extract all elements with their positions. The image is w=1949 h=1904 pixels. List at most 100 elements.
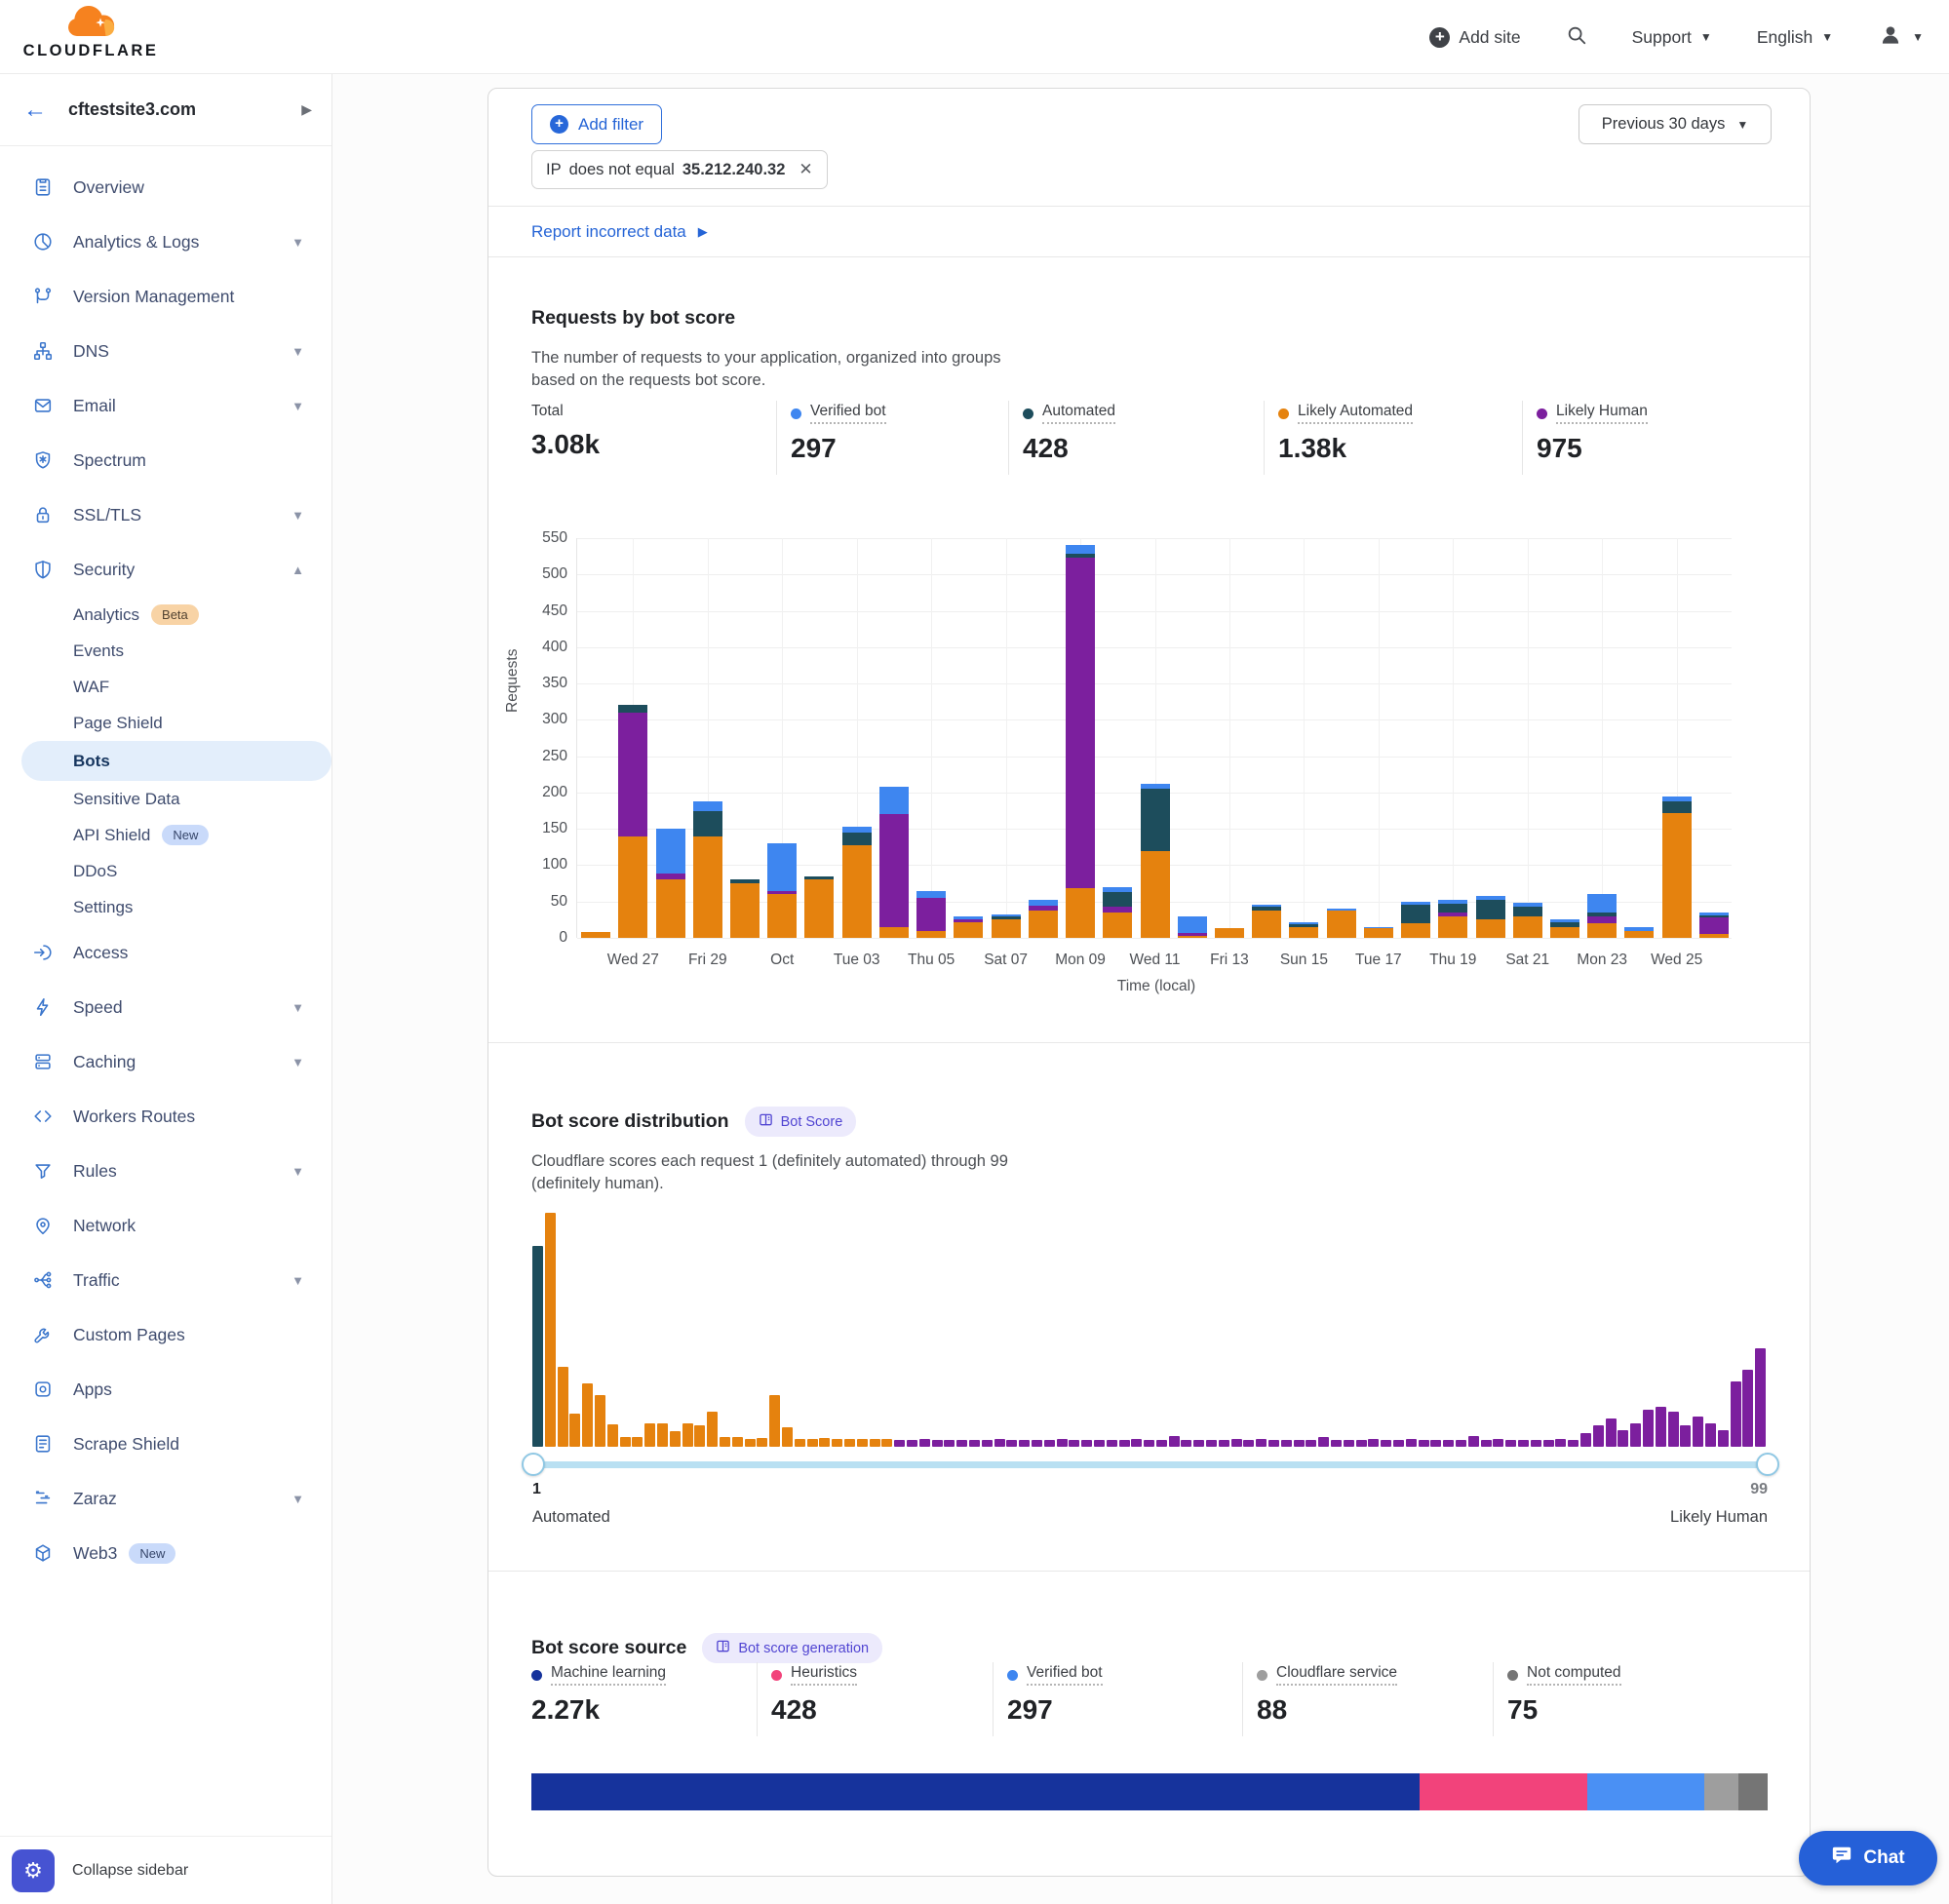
sidebar-item-spectrum[interactable]: Spectrum bbox=[0, 433, 331, 487]
traffic-icon bbox=[32, 1269, 54, 1291]
histogram-bar bbox=[607, 1424, 618, 1447]
histogram-bar bbox=[857, 1439, 868, 1447]
bot-score-doc-badge[interactable]: Bot Score bbox=[745, 1107, 857, 1137]
x-tick-label: Sat 07 bbox=[969, 952, 1043, 969]
histogram-bar bbox=[1107, 1440, 1117, 1447]
back-arrow-icon[interactable]: ← bbox=[23, 97, 47, 124]
sidebar-item-label: Access bbox=[73, 943, 128, 963]
sidebar-item-custom-pages[interactable]: Custom Pages bbox=[0, 1307, 331, 1362]
add-site-button[interactable]: + Add site bbox=[1429, 27, 1520, 48]
filter-chip[interactable]: IP does not equal 35.212.240.32 ✕ bbox=[531, 150, 828, 189]
requests-bar-segment bbox=[1141, 851, 1170, 938]
requests-bar-segment bbox=[1029, 911, 1058, 938]
sidebar-item-zaraz[interactable]: Zaraz▼ bbox=[0, 1471, 331, 1526]
bot-score-generation-doc-badge[interactable]: Bot score generation bbox=[702, 1633, 882, 1663]
sidebar-item-traffic[interactable]: Traffic▼ bbox=[0, 1253, 331, 1307]
stat-value: 75 bbox=[1507, 1694, 1621, 1726]
requests-bar bbox=[1550, 919, 1579, 938]
sidebar-item-bots[interactable]: Bots bbox=[21, 741, 331, 781]
cloudflare-logo[interactable]: CLOUDFLARE bbox=[18, 6, 164, 60]
requests-bar-segment bbox=[730, 883, 760, 938]
sidebar-item-ddos[interactable]: DDoS bbox=[0, 853, 331, 889]
sidebar-item-label: Apps bbox=[73, 1379, 112, 1400]
x-tick-label: Fri 13 bbox=[1192, 952, 1267, 969]
sidebar-item-version-management[interactable]: Version Management bbox=[0, 269, 331, 324]
sidebar-item-access[interactable]: Access bbox=[0, 925, 331, 980]
chat-button[interactable]: Chat bbox=[1799, 1831, 1937, 1885]
histogram-bar bbox=[1331, 1440, 1342, 1447]
preferences-gear-button[interactable]: ⚙ bbox=[12, 1849, 55, 1892]
sidebar-item-rules[interactable]: Rules▼ bbox=[0, 1144, 331, 1198]
sidebar-item-label: Overview bbox=[73, 177, 144, 198]
sidebar-item-api-shield[interactable]: API ShieldNew bbox=[0, 817, 331, 853]
histogram-bar bbox=[956, 1440, 967, 1447]
requests-bar bbox=[730, 879, 760, 938]
sidebar-item-waf[interactable]: WAF bbox=[0, 669, 331, 705]
sidebar-item-analytics-logs[interactable]: Analytics & Logs▼ bbox=[0, 214, 331, 269]
y-tick-label: 550 bbox=[517, 529, 567, 547]
stat-label-text: Heuristics bbox=[791, 1664, 857, 1686]
sidebar-item-dns[interactable]: DNS▼ bbox=[0, 324, 331, 378]
stat-value: 428 bbox=[1023, 433, 1115, 464]
requests-chart: 050100150200250300350400450500550Wed 27F… bbox=[576, 538, 1732, 938]
sidebar-item-web3[interactable]: Web3New bbox=[0, 1526, 331, 1580]
sidebar-item-apps[interactable]: Apps bbox=[0, 1362, 331, 1417]
stat-heuristics: Heuristics428 bbox=[771, 1664, 857, 1726]
sidebar-item-label: Email bbox=[73, 396, 116, 416]
sidebar-item-overview[interactable]: Overview bbox=[0, 160, 331, 214]
histogram-bar bbox=[769, 1395, 780, 1447]
histogram-bar bbox=[1593, 1425, 1604, 1447]
stat-label: Verified bot bbox=[1007, 1664, 1103, 1686]
requests-bar-segment bbox=[842, 845, 872, 938]
requests-bar-segment bbox=[1699, 917, 1729, 934]
histogram-bar bbox=[532, 1246, 543, 1447]
sidebar-item-speed[interactable]: Speed▼ bbox=[0, 980, 331, 1034]
sidebar-item-settings[interactable]: Settings bbox=[0, 889, 331, 925]
histogram-bar bbox=[1630, 1423, 1641, 1447]
requests-bar-segment bbox=[1476, 919, 1505, 938]
date-range-select[interactable]: Previous 30 days ▼ bbox=[1579, 104, 1772, 144]
remove-filter-icon[interactable]: ✕ bbox=[799, 160, 812, 179]
sidebar-item-security[interactable]: Security▲ bbox=[0, 542, 331, 597]
collapse-sidebar-button[interactable]: Collapse sidebar bbox=[72, 1862, 188, 1880]
source-bar-segment-verified-bot bbox=[1587, 1773, 1703, 1810]
score-slider-handle-max[interactable] bbox=[1756, 1453, 1779, 1476]
histogram-bar bbox=[757, 1438, 767, 1447]
search-button[interactable] bbox=[1566, 24, 1587, 51]
sidebar-item-workers-routes[interactable]: Workers Routes bbox=[0, 1089, 331, 1144]
score-slider-track[interactable] bbox=[532, 1461, 1768, 1468]
stat-value: 2.27k bbox=[531, 1694, 666, 1726]
legend-dot-icon bbox=[1537, 408, 1547, 419]
sidebar-item-ssl-tls[interactable]: SSL/TLS▼ bbox=[0, 487, 331, 542]
stat-label-text: Machine learning bbox=[551, 1664, 666, 1686]
sidebar-item-label: Spectrum bbox=[73, 450, 146, 471]
requests-bar-segment bbox=[1438, 916, 1467, 938]
distribution-section-description: Cloudflare scores each request 1 (defini… bbox=[531, 1150, 1077, 1197]
score-slider-handle-min[interactable] bbox=[522, 1453, 545, 1476]
sidebar-item-scrape-shield[interactable]: Scrape Shield bbox=[0, 1417, 331, 1471]
language-menu[interactable]: English ▼ bbox=[1757, 27, 1833, 48]
report-incorrect-data-link[interactable]: Report incorrect data ▶ bbox=[531, 222, 708, 242]
sidebar-item-events[interactable]: Events bbox=[0, 633, 331, 669]
requests-bar-segment bbox=[656, 879, 685, 938]
sidebar-item-sensitive-data[interactable]: Sensitive Data bbox=[0, 781, 331, 817]
sidebar-item-label: Custom Pages bbox=[73, 1325, 185, 1345]
requests-bar-segment bbox=[1103, 892, 1132, 907]
source-bar-segment-not-computed bbox=[1738, 1773, 1768, 1810]
sidebar-item-caching[interactable]: Caching▼ bbox=[0, 1034, 331, 1089]
support-menu[interactable]: Support ▼ bbox=[1632, 27, 1712, 48]
histogram-bar bbox=[670, 1431, 681, 1447]
sidebar-item-analytics[interactable]: AnalyticsBeta bbox=[0, 597, 331, 633]
histogram-bar bbox=[1518, 1440, 1529, 1447]
add-filter-button[interactable]: + Add filter bbox=[531, 104, 662, 144]
histogram-bar bbox=[1543, 1440, 1554, 1447]
account-menu[interactable]: ▼ bbox=[1878, 22, 1924, 53]
requests-bar bbox=[1476, 896, 1505, 938]
legend-dot-icon bbox=[1507, 1670, 1518, 1681]
cloudflare-cloud-icon bbox=[63, 6, 118, 44]
sidebar-item-network[interactable]: Network bbox=[0, 1198, 331, 1253]
sidebar-item-page-shield[interactable]: Page Shield bbox=[0, 705, 331, 741]
chevron-right-icon[interactable]: ▶ bbox=[301, 101, 312, 118]
divider bbox=[488, 256, 1810, 257]
sidebar-item-email[interactable]: Email▼ bbox=[0, 378, 331, 433]
